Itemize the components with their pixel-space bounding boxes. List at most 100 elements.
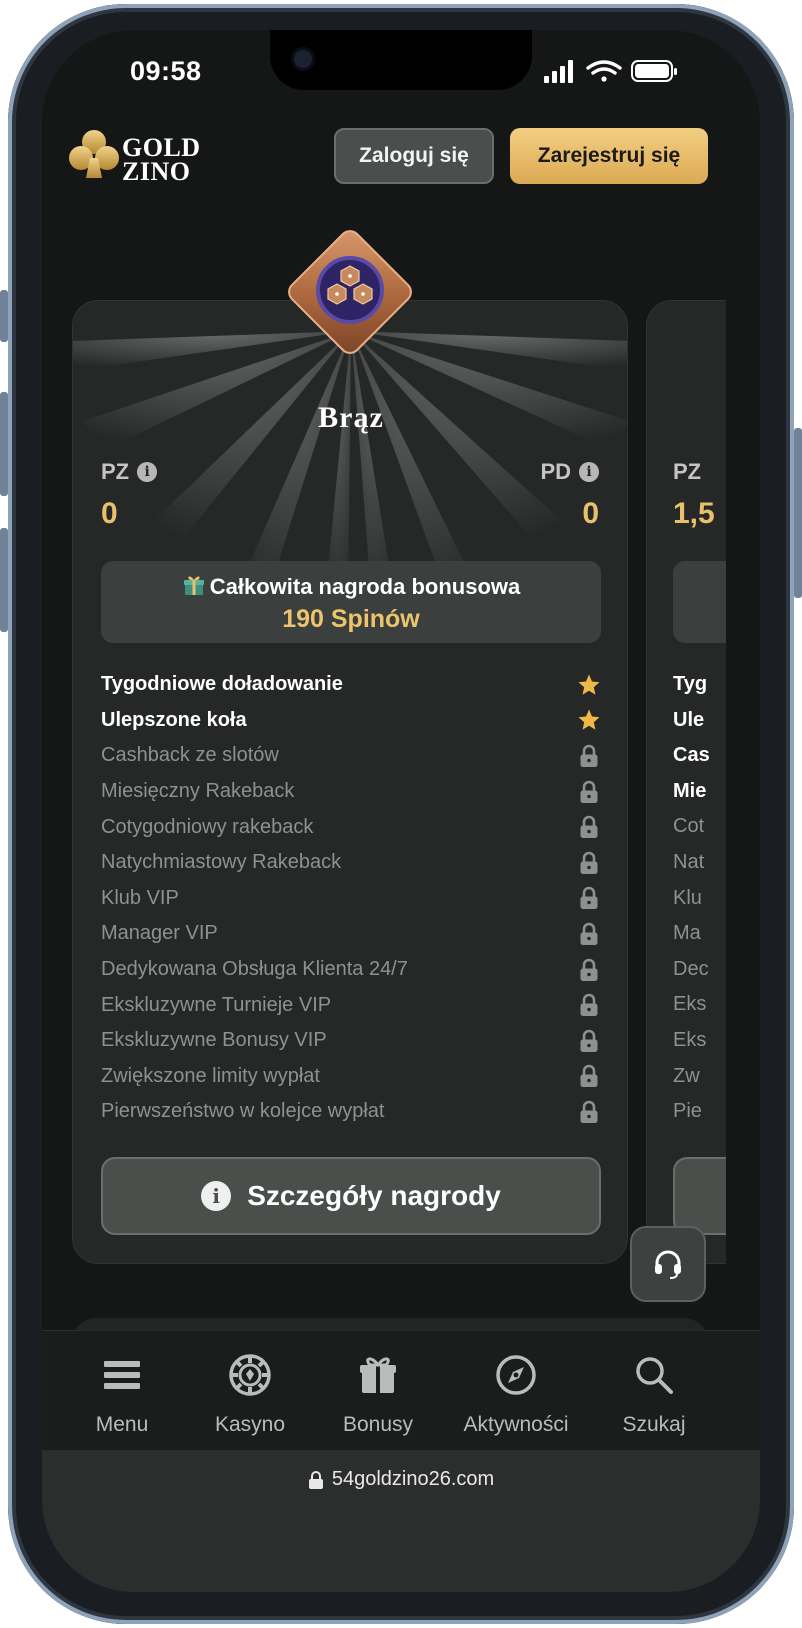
lock-icon: [577, 815, 601, 839]
nav-label: Menu: [95, 1413, 149, 1436]
pd-info-icon[interactable]: i: [579, 462, 599, 482]
next-perk-label: Tyg: [673, 673, 708, 695]
gift-icon: [183, 576, 204, 595]
perk-label: Cashback ze slotów: [101, 744, 279, 767]
lock-icon: [577, 1029, 601, 1053]
next-perk-label: Nat: [673, 851, 705, 873]
volume-up-button: [0, 392, 8, 496]
perk-row: Dedykowana Obsługa Klienta 24/7: [101, 952, 601, 988]
next-perk-label: Eks: [673, 993, 707, 1016]
next-perk-label: Eks: [673, 1029, 707, 1051]
info-icon: i: [201, 1181, 232, 1211]
lock-icon: [577, 886, 601, 910]
perk-row: Pierwszeństwo w kolejce wypłat: [101, 1094, 601, 1130]
next-perk-label: Pie: [673, 1100, 702, 1123]
tier-name: Brąz: [318, 401, 384, 434]
pz-info-icon[interactable]: i: [137, 462, 158, 482]
bottom-nav: Menu Kasyno Bonusy Aktywności Szukaj: [42, 1330, 760, 1450]
reward-details-button[interactable]: i Szczegóły nagrody: [101, 1157, 601, 1235]
lock-icon: [577, 922, 601, 946]
next-perk-label: Klu: [673, 886, 702, 909]
nav-item-bonusy[interactable]: Bonusy: [308, 1331, 448, 1451]
lock-icon: [577, 744, 601, 768]
lock-icon: [577, 780, 601, 804]
gift-icon: [356, 1353, 400, 1397]
next-reward-details-button[interactable]: [673, 1157, 726, 1235]
power-button: [794, 428, 802, 598]
next-pz-label: PZ: [673, 459, 702, 484]
pz-value: 0: [101, 497, 118, 530]
next-bonus-box: [673, 561, 726, 643]
total-bonus-title: Całkowita nagroda bonusowa: [101, 573, 601, 600]
perk-row: Ekskluzywne Bonusy VIP: [101, 1023, 601, 1059]
nav-item-kasyno[interactable]: Kasyno: [180, 1331, 320, 1451]
menu-icon: [100, 1353, 144, 1397]
lock-icon: [577, 993, 601, 1017]
screen: 09:58 GOLD ZINO Zaloguj się Zarejestruj …: [42, 30, 760, 1592]
wifi-icon: [586, 60, 622, 82]
perk-label: Manager VIP: [101, 922, 218, 945]
goldzino-logo[interactable]: GOLD ZINO: [68, 126, 218, 186]
pd-value: 0: [582, 497, 599, 530]
battery-icon: [631, 60, 677, 82]
perk-label: Ulepszone koła: [101, 708, 247, 731]
bronze-diamond-badge-icon: [288, 230, 412, 354]
cellular-signal-icon: [544, 60, 573, 83]
perk-label: Zwiększone limity wypłat: [101, 1064, 320, 1087]
url-text: 54goldzino26.com: [331, 1468, 495, 1490]
perk-label: Tygodniowe doładowanie: [101, 673, 343, 696]
perk-label: Cotygodniowy rakeback: [101, 815, 314, 838]
nav-item-aktywności[interactable]: Aktywności: [446, 1331, 586, 1451]
perk-list: Tygodniowe doładowanie Ulepszone koła Cash…: [101, 667, 601, 1130]
next-perk-label: Dec: [673, 957, 709, 980]
tier-card-bronze: Brąz PZ i 0 PD i 0 Całkowita nagroda bon…: [72, 300, 628, 1264]
perk-label: Klub VIP: [101, 886, 179, 909]
pz-label: PZ i: [101, 459, 158, 485]
url-display[interactable]: 54goldzino26.com: [42, 1468, 760, 1491]
perk-row: Tygodniowe doładowanie: [101, 667, 601, 703]
status-time: 09:58: [130, 56, 202, 86]
lock-icon: [577, 958, 601, 982]
nav-item-menu[interactable]: Menu: [52, 1331, 192, 1451]
perk-row: Natychmiastowy Rakeback: [101, 845, 601, 881]
perk-label: Natychmiastowy Rakeback: [101, 851, 342, 874]
perk-row: Ulepszone koła: [101, 703, 601, 739]
nav-item-szukaj[interactable]: Szukaj: [584, 1331, 724, 1451]
perk-row: Cashback ze slotów: [101, 738, 601, 774]
perk-row: Ekskluzywne Turnieje VIP: [101, 987, 601, 1023]
logo-line-2: ZINO: [122, 157, 191, 186]
perk-label: Pierwszeństwo w kolejce wypłat: [101, 1100, 385, 1123]
pd-label: PD i: [540, 459, 599, 485]
front-camera: [294, 50, 312, 68]
nav-label: Aktywności: [463, 1413, 569, 1436]
next-perk-label: Ma: [673, 922, 701, 945]
perk-row: Klub VIP: [101, 881, 601, 917]
next-perk-label: Cot: [673, 815, 705, 838]
star-icon: [577, 708, 601, 732]
perk-row: Cotygodniowy rakeback: [101, 809, 601, 845]
next-perk-label: Mie: [673, 779, 707, 802]
next-perk-label: Ule: [673, 708, 705, 731]
volume-down-button: [0, 528, 8, 632]
perk-label: Ekskluzywne Bonusy VIP: [101, 1029, 327, 1052]
site-header: GOLD ZINO Zaloguj się Zarejestruj się: [42, 120, 760, 200]
casino-chip-icon: [228, 1353, 272, 1397]
mute-switch: [0, 290, 8, 342]
reward-details-label: Szczegóły nagrody: [247, 1180, 501, 1211]
pd-label-text: PD: [540, 459, 571, 484]
tier-card-next-peek[interactable]: PZ 1,5 Tyg Ule Cas Mie Cot Nat Klu Ma Dec Eks Eks Z…: [646, 300, 726, 1264]
club-logo-icon: [69, 130, 119, 178]
register-button[interactable]: Zarejestruj się: [510, 128, 708, 184]
logo-wordmark: GOLD ZINO: [122, 135, 201, 186]
login-button[interactable]: Zaloguj się: [334, 128, 494, 184]
status-icons: [544, 60, 677, 83]
pz-label-text: PZ: [101, 459, 130, 484]
total-bonus-title-text: Całkowita nagroda bonusowa: [209, 574, 521, 599]
nav-label: Kasyno: [214, 1413, 286, 1436]
support-chat-button[interactable]: [630, 1226, 706, 1302]
lock-icon: [308, 1470, 323, 1489]
headset-icon: [655, 1250, 681, 1279]
total-bonus-value: 190 Spinów: [282, 605, 420, 633]
browser-url-bar[interactable]: 54goldzino26.com: [42, 1450, 760, 1592]
next-perk-label: Cas: [673, 744, 710, 767]
